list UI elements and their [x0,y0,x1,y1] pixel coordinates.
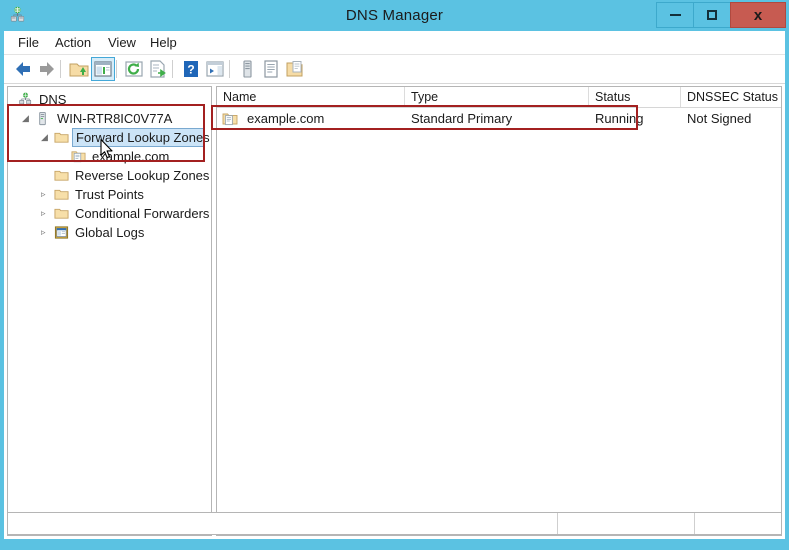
menu-item-file[interactable]: File [12,31,45,54]
folder-icon [54,132,69,143]
toolbar-separator [172,60,173,78]
folder-icon [54,170,69,181]
menu-item-action[interactable]: Action [49,31,97,54]
window-body: File Action View Help ? DNS ◢ WIN-RTR8IC… [4,31,785,539]
global-logs-icon [54,226,69,239]
status-pane-three [695,513,781,534]
cell-dnssec-status: Not Signed [687,111,752,126]
cell-status: Running [595,111,644,126]
column-header-type[interactable]: Type [405,87,589,107]
properties-icon[interactable] [260,58,282,80]
tree-node-label: WIN-RTR8IC0V77A [57,111,173,126]
tree-node-conditional-forwarders[interactable]: ▹ Conditional Forwarders [8,204,211,223]
show-hide-action-pane-icon[interactable] [204,58,226,80]
toolbar-separator [60,60,61,78]
tree-node-label: Reverse Lookup Zones [75,168,210,183]
column-header-dnssec-status[interactable]: DNSSEC Status [681,87,781,107]
window-controls: x [656,2,786,28]
show-hide-console-tree-icon[interactable] [91,57,115,81]
cell-type: Standard Primary [411,111,513,126]
tree-node-global-logs[interactable]: ▹ Global Logs [8,223,211,242]
maximize-button[interactable] [693,2,730,28]
server-icon [39,111,46,126]
tree-node-server[interactable]: ◢ WIN-RTR8IC0V77A [8,109,211,128]
column-header-name[interactable]: Name [217,87,405,107]
menu-item-help[interactable]: Help [144,31,183,54]
help-icon[interactable]: ? [180,58,202,80]
status-pane-two [558,513,695,534]
content-panes: DNS ◢ WIN-RTR8IC0V77A ◢ Forward Lookup Z… [7,86,782,536]
tree-node-label: Trust Points [75,187,144,202]
forward-icon[interactable] [36,58,58,80]
expander-expand-icon[interactable]: ▹ [41,190,50,199]
zone-icon [222,113,238,126]
svg-text:?: ? [187,63,194,77]
tree-node-dns[interactable]: DNS [8,90,211,109]
expander-expand-icon[interactable]: ▹ [41,228,50,237]
folder-icon [54,189,69,200]
copy-icon[interactable] [284,58,306,80]
new-server-icon[interactable] [236,58,258,80]
minimize-button[interactable] [656,2,693,28]
up-one-level-folder-icon[interactable] [68,58,90,80]
zone-icon [71,151,86,163]
folder-icon [54,208,69,219]
list-header: Name Type Status DNSSEC Status [217,87,781,108]
column-header-status[interactable]: Status [589,87,681,107]
tree-node-label: Global Logs [75,225,145,240]
expander-collapse-icon[interactable]: ◢ [22,114,31,123]
dns-root-icon [19,92,32,105]
toolbar-separator [116,60,117,78]
tree-node-forward-lookup-zones[interactable]: ◢ Forward Lookup Zones [8,128,211,147]
table-row[interactable]: example.com Standard Primary Running Not… [217,108,781,130]
toolbar: ? [4,55,785,84]
tree-node-label: Forward Lookup Zones [72,128,210,147]
cell-name: example.com [247,111,325,126]
export-list-icon[interactable] [147,58,169,80]
refresh-icon[interactable] [123,58,145,80]
zone-list-pane[interactable]: Name Type Status DNSSEC Status example.c… [216,86,782,536]
back-icon[interactable] [12,58,34,80]
minimize-icon [669,14,681,16]
tree-node-label: DNS [39,92,67,107]
expander-expand-icon[interactable]: ▹ [41,209,50,218]
console-tree-pane[interactable]: DNS ◢ WIN-RTR8IC0V77A ◢ Forward Lookup Z… [7,86,212,536]
menu-item-view[interactable]: View [102,31,142,54]
maximize-icon [707,10,717,20]
status-pane-main [8,513,558,534]
expander-collapse-icon[interactable]: ◢ [41,133,50,142]
status-bar [7,512,782,535]
tree-node-label: Conditional Forwarders [75,206,210,221]
tree-node-reverse-lookup-zones[interactable]: Reverse Lookup Zones [8,166,211,185]
tree-node-label: example.com [92,149,170,164]
toolbar-separator [229,60,230,78]
menu-bar: File Action View Help [4,31,785,55]
title-bar: DNS Manager x [0,0,789,31]
tree-node-trust-points[interactable]: ▹ Trust Points [8,185,211,204]
tree-node-example-com[interactable]: example.com [8,147,211,166]
dns-manager-window: DNS Manager x File Action View Help ? DN… [0,0,789,550]
close-button[interactable]: x [730,2,786,28]
